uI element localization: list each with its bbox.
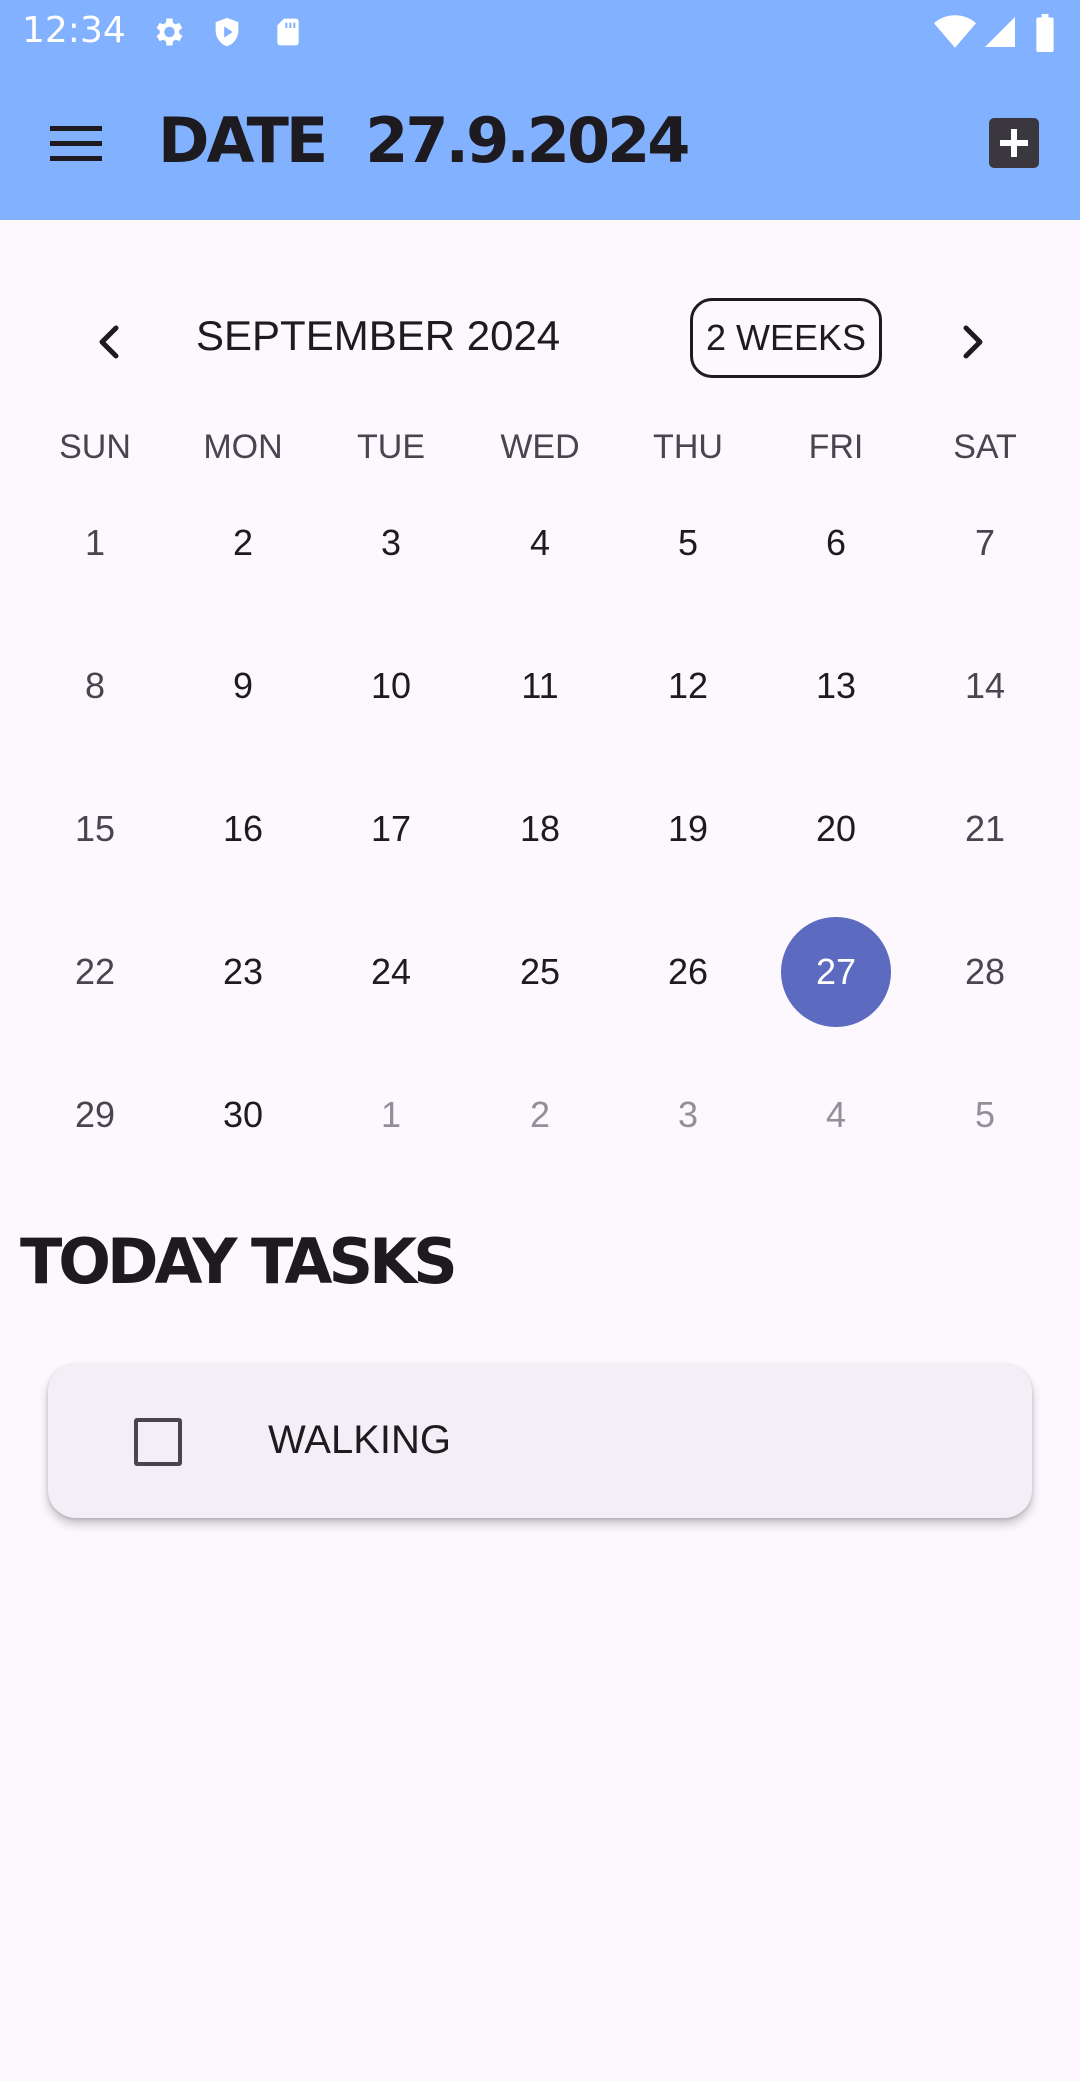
next-month-button[interactable] — [942, 312, 1002, 372]
calendar-day[interactable]: 1 — [40, 488, 150, 598]
app-bar: 12:34 DATE 27.9.2024 — [0, 0, 1080, 220]
status-time: 12:34 — [22, 10, 126, 51]
calendar-day[interactable]: 20 — [781, 774, 891, 884]
chevron-left-icon — [99, 325, 119, 359]
calendar-day[interactable]: 28 — [930, 917, 1040, 1027]
gear-icon — [150, 14, 186, 54]
wifi-icon — [934, 14, 976, 54]
calendar-day[interactable]: 29 — [40, 1060, 150, 1170]
calendar-day[interactable]: 12 — [633, 631, 743, 741]
calendar-day[interactable]: 10 — [336, 631, 446, 741]
calendar-header: SEPTEMBER 2024 2 WEEKS — [0, 290, 1080, 390]
menu-button[interactable] — [36, 110, 116, 176]
sd-card-icon — [272, 14, 304, 54]
calendar-day[interactable]: 21 — [930, 774, 1040, 884]
prev-month-button[interactable] — [80, 312, 140, 372]
weekday-wed: WED — [500, 428, 580, 466]
calendar-day[interactable]: 8 — [40, 631, 150, 741]
weekday-mon: MON — [203, 428, 283, 466]
calendar-day[interactable]: 3 — [336, 488, 446, 598]
calendar-day[interactable]: 14 — [930, 631, 1040, 741]
weekday-sat: SAT — [953, 428, 1017, 466]
title-prefix: DATE — [158, 104, 328, 177]
calendar-day[interactable]: 17 — [336, 774, 446, 884]
battery-icon — [1034, 14, 1056, 56]
weekday-thu: THU — [653, 428, 723, 466]
calendar-day-outside[interactable]: 5 — [930, 1060, 1040, 1170]
weekday-tue: TUE — [357, 428, 425, 466]
calendar-day[interactable]: 2 — [188, 488, 298, 598]
calendar-day[interactable]: 13 — [781, 631, 891, 741]
add-task-button[interactable] — [985, 114, 1043, 172]
calendar-day[interactable]: 24 — [336, 917, 446, 1027]
task-card[interactable]: WALKING — [48, 1364, 1032, 1518]
calendar-day[interactable]: 11 — [485, 631, 595, 741]
calendar-day[interactable]: 15 — [40, 774, 150, 884]
page-title: DATE 27.9.2024 — [158, 104, 690, 194]
status-bar: 12:34 — [0, 0, 1080, 66]
calendar-day[interactable]: 25 — [485, 917, 595, 1027]
calendar-day[interactable]: 5 — [633, 488, 743, 598]
menu-icon — [50, 126, 102, 161]
calendar-day-selected[interactable]: 27 — [781, 917, 891, 1027]
calendar-day[interactable]: 7 — [930, 488, 1040, 598]
calendar-day[interactable]: 9 — [188, 631, 298, 741]
weekday-fri: FRI — [808, 428, 864, 466]
title-date: 27.9.2024 — [365, 104, 690, 177]
calendar-day[interactable]: 23 — [188, 917, 298, 1027]
add-box-icon — [989, 118, 1039, 168]
calendar-format-button[interactable]: 2 WEEKS — [690, 298, 882, 378]
calendar-grid: 1 2 3 4 5 6 7 8 9 10 11 12 13 14 15 16 1… — [0, 488, 1080, 1208]
calendar-day[interactable]: 16 — [188, 774, 298, 884]
calendar-day[interactable]: 19 — [633, 774, 743, 884]
calendar-day[interactable]: 26 — [633, 917, 743, 1027]
task-label: WALKING — [268, 1418, 451, 1462]
weekday-row: SUN MON TUE WED THU FRI SAT — [0, 428, 1080, 488]
calendar-day[interactable]: 18 — [485, 774, 595, 884]
signal-icon — [982, 14, 1018, 54]
section-title: TODAY TASKS — [20, 1225, 458, 1298]
shield-play-icon — [210, 14, 244, 54]
calendar-day-outside[interactable]: 1 — [336, 1060, 446, 1170]
calendar-day-outside[interactable]: 4 — [781, 1060, 891, 1170]
calendar-day[interactable]: 4 — [485, 488, 595, 598]
calendar-day-outside[interactable]: 3 — [633, 1060, 743, 1170]
calendar-day-outside[interactable]: 2 — [485, 1060, 595, 1170]
month-label: SEPTEMBER 2024 — [196, 312, 561, 359]
calendar-day[interactable]: 22 — [40, 917, 150, 1027]
task-checkbox[interactable] — [134, 1418, 182, 1466]
weekday-sun: SUN — [59, 428, 131, 466]
chevron-right-icon — [963, 325, 983, 359]
calendar-day[interactable]: 30 — [188, 1060, 298, 1170]
calendar-day[interactable]: 6 — [781, 488, 891, 598]
